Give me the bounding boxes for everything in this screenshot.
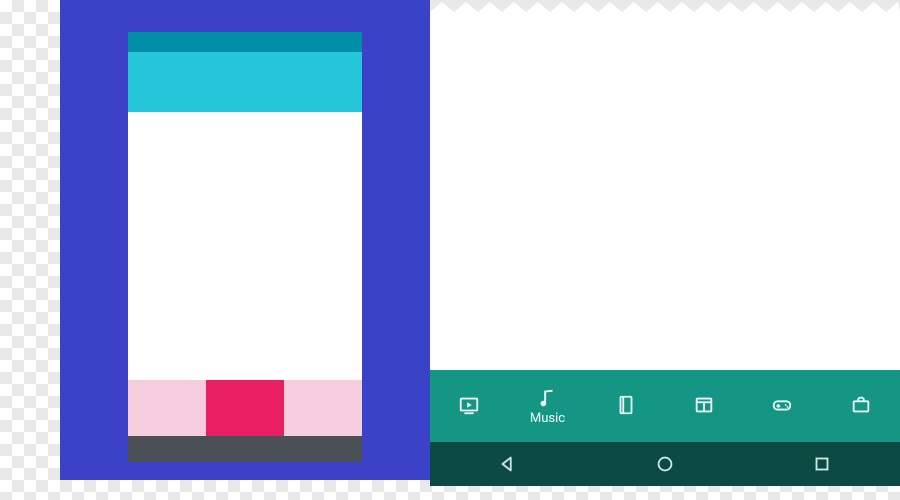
recents-button[interactable] [802, 444, 842, 484]
book-icon [615, 394, 637, 416]
bottom-bar-accent-mock [206, 380, 284, 436]
nav-item-news[interactable] [665, 370, 743, 442]
gamepad-icon [771, 394, 793, 416]
news-icon [693, 394, 715, 416]
phone-mock-panel [60, 0, 430, 480]
nav-item-games[interactable] [743, 370, 821, 442]
nav-item-music[interactable]: Music [508, 370, 586, 442]
back-button[interactable] [488, 444, 528, 484]
nav-item-video[interactable] [430, 370, 508, 442]
video-icon [458, 394, 480, 416]
music-icon [536, 387, 558, 409]
app-bar-mock [128, 52, 362, 112]
nav-bar-mock [128, 436, 362, 462]
phone-screen [128, 32, 362, 462]
nav-label: Music [530, 411, 565, 426]
bottom-navigation: Music [430, 370, 900, 442]
home-button[interactable] [645, 444, 685, 484]
system-navigation-bar [430, 442, 900, 486]
status-bar-mock [128, 32, 362, 52]
briefcase-icon [850, 394, 872, 416]
nav-item-books[interactable] [587, 370, 665, 442]
nav-item-work[interactable] [822, 370, 900, 442]
torn-edge-decoration [430, 0, 900, 14]
